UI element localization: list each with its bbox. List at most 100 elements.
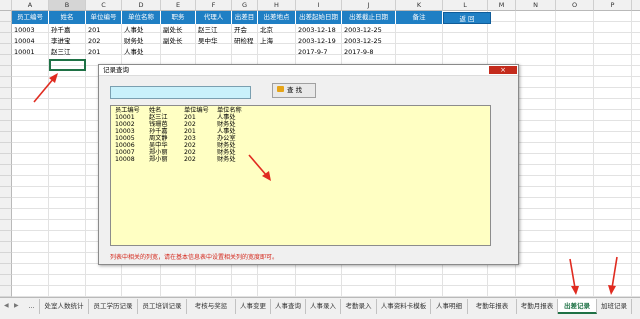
table-cell[interactable]: 北京 — [260, 25, 295, 36]
tab-scroll-left-icon[interactable]: ◀ — [4, 302, 9, 309]
table-cell[interactable] — [260, 47, 295, 58]
column-header-o[interactable]: O — [556, 0, 594, 11]
sheet-tab[interactable]: 人事变更 — [236, 299, 271, 314]
sheet-tab[interactable]: 考勤月报表 — [517, 299, 558, 314]
table-cell[interactable] — [234, 47, 257, 58]
column-header-n[interactable]: N — [516, 0, 556, 11]
table-cell[interactable]: 李进宝 — [51, 36, 85, 47]
row-header[interactable] — [0, 22, 12, 33]
row-header[interactable] — [0, 220, 12, 231]
table-cell[interactable]: 2017-9-8 — [344, 47, 395, 58]
sheet-tab[interactable]: 加班记录 — [597, 299, 632, 314]
table-cell[interactable]: 10004 — [14, 36, 48, 47]
column-header-f[interactable]: F — [196, 0, 232, 11]
row-header[interactable] — [0, 99, 12, 110]
table-header-cell[interactable]: 备注 — [396, 11, 443, 24]
table-cell[interactable]: 开会 — [234, 25, 257, 36]
table-header-cell[interactable]: 出差目的 — [232, 11, 258, 34]
table-cell[interactable] — [198, 47, 231, 58]
table-cell[interactable]: 人事处 — [124, 47, 160, 58]
find-button[interactable]: 查 找 — [272, 83, 316, 98]
table-cell[interactable]: 赵三江 — [51, 47, 85, 58]
table-cell[interactable]: 吴中华 — [198, 36, 231, 47]
row-header[interactable] — [0, 77, 12, 88]
row-header[interactable] — [0, 88, 12, 99]
result-list[interactable]: 员工编号 姓名 单位编号 单位名称 10001 赵三江 201 人事处 10002 钱珊芭 202 财… — [110, 105, 491, 246]
search-input[interactable] — [110, 86, 251, 99]
table-cell[interactable]: 研检程 — [234, 36, 257, 47]
table-cell[interactable]: 副处长 — [163, 36, 195, 47]
row-header[interactable] — [0, 231, 12, 242]
column-header-p[interactable]: P — [594, 0, 632, 11]
table-header-cell[interactable]: 出差起始日期 — [296, 11, 342, 24]
sheet-tab[interactable]: 员工学历记录 — [89, 299, 138, 314]
table-cell[interactable]: 201 — [88, 25, 121, 36]
select-all-corner[interactable] — [0, 0, 12, 11]
row-header[interactable] — [0, 44, 12, 55]
row-header[interactable] — [0, 143, 12, 154]
column-header-c[interactable]: C — [86, 0, 122, 11]
selected-cell-b5[interactable] — [49, 59, 86, 71]
table-cell[interactable]: 人事处 — [124, 25, 160, 36]
column-header-b[interactable]: B — [49, 0, 86, 11]
row-header[interactable] — [0, 198, 12, 209]
column-header-l[interactable]: L — [443, 0, 488, 11]
column-header-j[interactable]: J — [342, 0, 396, 11]
table-cell[interactable] — [398, 36, 442, 47]
column-header-q[interactable]: Q — [632, 0, 640, 11]
table-cell[interactable]: 2003-12-19 — [298, 36, 341, 47]
sheet-tab[interactable]: 考核与奖惩 — [187, 299, 236, 314]
table-header-cell[interactable]: 代理人 — [196, 11, 232, 24]
column-header-a[interactable]: A — [12, 0, 49, 11]
table-cell[interactable]: 2003-12-18 — [298, 25, 341, 36]
table-cell[interactable]: 孙千嘉 — [51, 25, 85, 36]
row-header[interactable] — [0, 275, 12, 286]
row-header[interactable] — [0, 55, 12, 66]
table-cell[interactable] — [398, 47, 442, 58]
column-header-d[interactable]: D — [122, 0, 161, 11]
table-header-cell[interactable]: 职务 — [161, 11, 196, 24]
row-header[interactable] — [0, 154, 12, 165]
table-cell[interactable]: 2003-12-25 — [344, 25, 395, 36]
row-header[interactable] — [0, 121, 12, 132]
column-header-i[interactable]: I — [296, 0, 342, 11]
table-header-cell[interactable]: 员工编号 — [12, 11, 49, 24]
sheet-tab[interactable]: 考勤录入 — [341, 299, 377, 314]
column-header-m[interactable]: M — [488, 0, 516, 11]
return-button[interactable]: 返 回 — [443, 12, 491, 24]
table-cell[interactable]: 10001 — [14, 47, 48, 58]
sheet-tab[interactable]: 出差记录 — [558, 299, 597, 314]
row-header[interactable] — [0, 66, 12, 77]
table-header-cell[interactable]: 单位编号 — [86, 11, 122, 24]
table-cell[interactable]: 副处长 — [163, 25, 195, 36]
row-header[interactable] — [0, 187, 12, 198]
tab-scroll-right-icon[interactable]: ▶ — [14, 302, 19, 309]
row-header[interactable] — [0, 286, 12, 297]
row-header[interactable] — [0, 132, 12, 143]
sheet-tab[interactable]: 处室人数统计 — [40, 299, 89, 314]
row-header[interactable] — [0, 264, 12, 275]
table-cell[interactable]: 2017-9-7 — [298, 47, 341, 58]
table-cell[interactable]: 上海 — [260, 36, 295, 47]
close-button[interactable]: × — [489, 66, 517, 74]
table-cell[interactable]: 赵三江 — [198, 25, 231, 36]
table-header-cell[interactable]: 出差地点 — [258, 11, 296, 24]
sheet-tab[interactable]: ... — [24, 299, 40, 314]
row-header[interactable] — [0, 242, 12, 253]
table-cell[interactable]: 2003-12-25 — [344, 36, 395, 47]
sheet-tab[interactable]: 员工培训记录 — [138, 299, 187, 314]
column-header-g[interactable]: G — [232, 0, 258, 11]
table-cell[interactable]: 10003 — [14, 25, 48, 36]
row-header[interactable] — [0, 253, 12, 264]
table-header-cell[interactable]: 出差截止日期 — [342, 11, 396, 24]
table-header-cell[interactable]: 单位名称 — [122, 11, 161, 24]
column-header-e[interactable]: E — [161, 0, 196, 11]
column-header-h[interactable]: H — [258, 0, 296, 11]
table-cell[interactable]: 财务处 — [124, 36, 160, 47]
table-cell[interactable]: 201 — [88, 47, 121, 58]
sheet-tab[interactable]: 考勤年报表 — [468, 299, 517, 314]
table-cell[interactable]: 202 — [88, 36, 121, 47]
table-cell[interactable] — [398, 25, 442, 36]
row-header[interactable] — [0, 110, 12, 121]
table-cell[interactable] — [163, 47, 195, 58]
